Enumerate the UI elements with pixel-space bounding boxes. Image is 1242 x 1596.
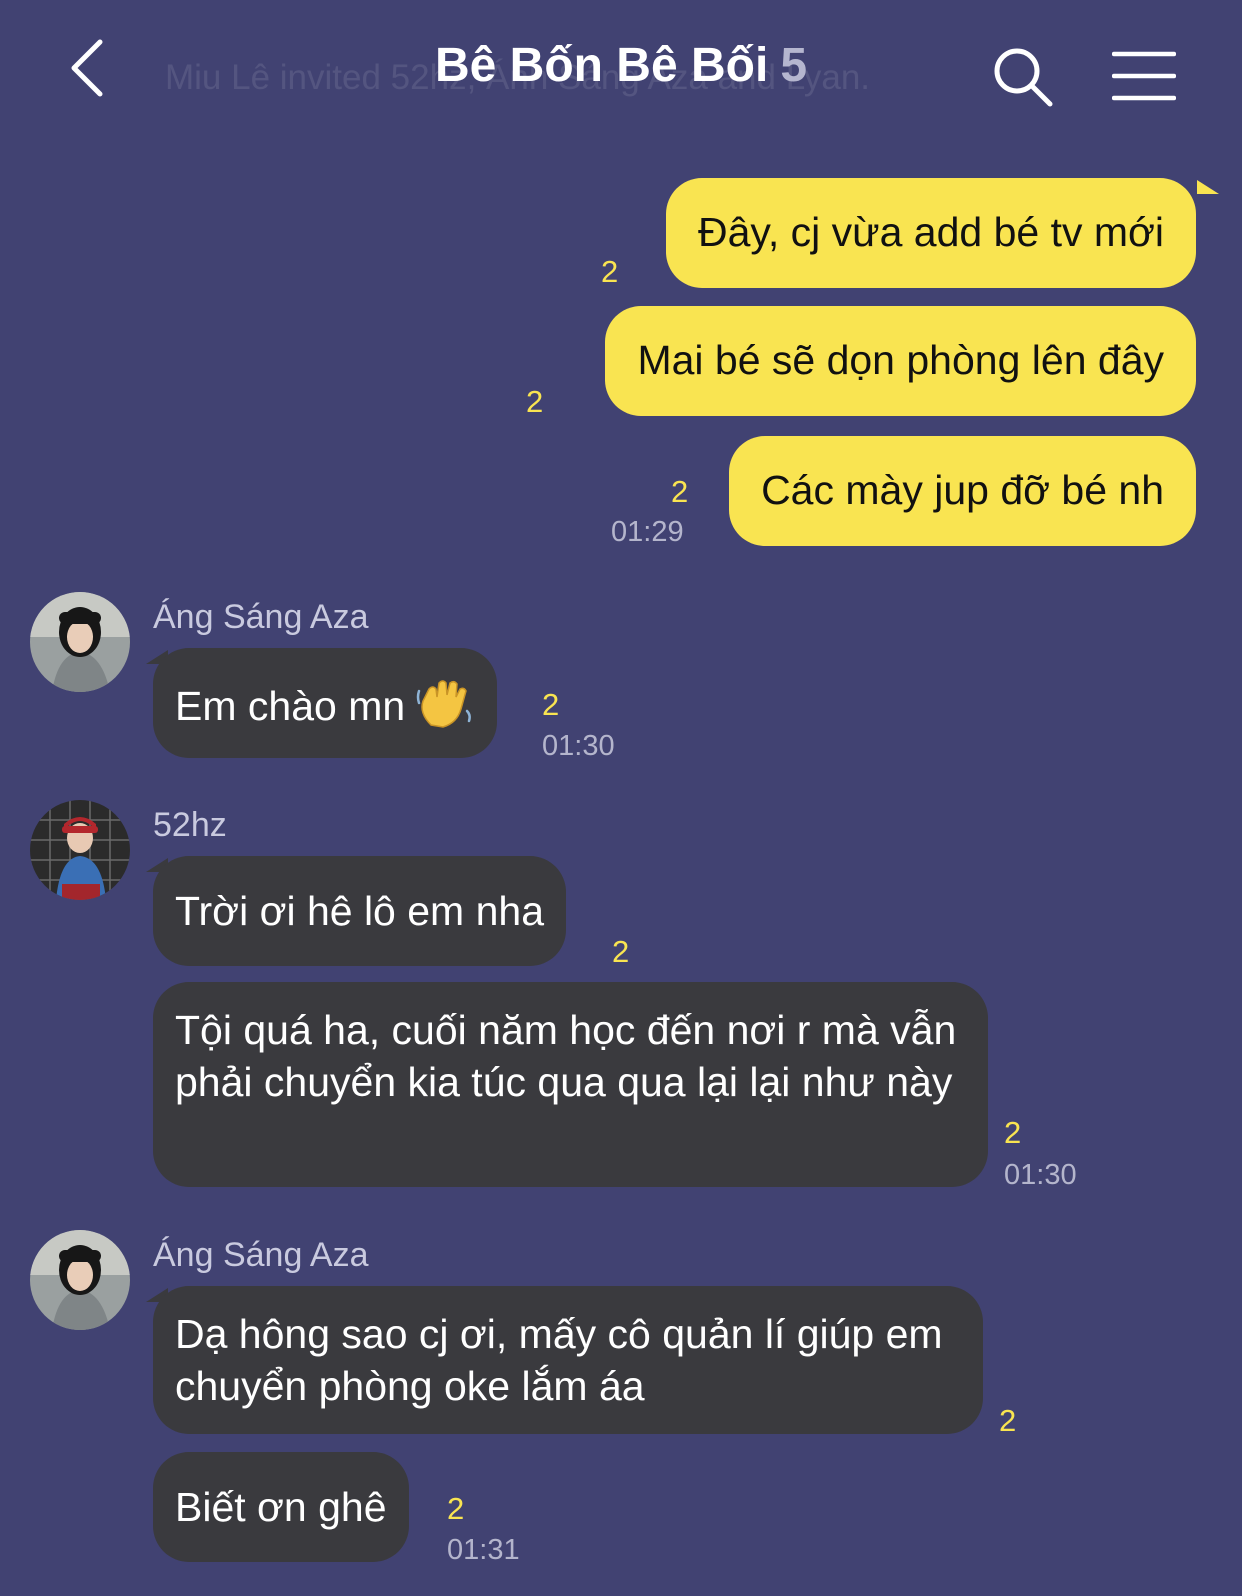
message-text: Dạ hông sao cj ơi, mấy cô quản lí giúp e… [175,1311,943,1409]
avatar-image [30,592,130,692]
search-button[interactable] [990,44,1056,110]
avatar-ang-sang-aza[interactable] [30,1230,130,1330]
bubble-tail [1197,180,1219,194]
message-text: Các mày jup đỡ bé nh [761,467,1164,513]
message-text: Mai bé sẽ dọn phòng lên đây [637,337,1164,383]
message-text: Tội quá ha, cuối năm học đến nơi r mà vẫ… [175,1007,957,1105]
read-count: 2 [1004,1115,1022,1150]
avatar-image [30,800,130,900]
read-count: 2 [999,1403,1017,1438]
message-timestamp: 01:30 [542,730,615,762]
incoming-message-bubble[interactable]: Biết ơn ghê [153,1452,409,1562]
read-count: 2 [447,1491,465,1526]
message-timestamp: 01:30 [1004,1159,1077,1191]
avatar-image [30,1230,130,1330]
read-count: 2 [542,687,560,722]
outgoing-message-bubble[interactable]: Các mày jup đỡ bé nh [729,436,1196,546]
avatar-ang-sang-aza[interactable] [30,592,130,692]
group-name: Bê Bốn Bê Bối [434,39,769,92]
member-count: 5 [780,39,808,92]
read-count: 2 [671,474,689,509]
sender-name: Áng Sáng Aza [153,1236,369,1274]
message-text: Trời ơi hê lô em nha [175,888,544,934]
message-text: Em chào mn [175,682,406,729]
incoming-message-bubble[interactable]: Dạ hông sao cj ơi, mấy cô quản lí giúp e… [153,1286,983,1434]
chat-header: Miu Lê invited 52hz, Ánh Sáng Aza and Ly… [0,0,1242,150]
read-count: 2 [601,254,619,289]
avatar-52hz[interactable] [30,800,130,900]
message-text: Đây, cj vừa add bé tv mới [697,209,1164,255]
waving-hand-emoji [415,677,475,741]
menu-button[interactable] [1111,50,1177,102]
read-count: 2 [612,934,630,969]
outgoing-message-bubble[interactable]: Đây, cj vừa add bé tv mới [665,178,1196,288]
message-timestamp: 01:31 [447,1534,520,1566]
incoming-message-bubble[interactable]: Trời ơi hê lô em nha [153,856,566,966]
hamburger-menu-icon [1111,51,1177,101]
incoming-message-bubble[interactable]: Em chào mn [153,648,498,758]
read-count: 2 [526,384,544,419]
search-icon [994,48,1053,107]
sender-name: 52hz [153,806,227,844]
incoming-message-bubble[interactable]: Tội quá ha, cuối năm học đến nơi r mà vẫ… [153,982,988,1187]
outgoing-message-bubble[interactable]: Mai bé sẽ dọn phòng lên đây [605,306,1196,416]
message-timestamp: 01:29 [611,516,684,548]
sender-name: Áng Sáng Aza [153,598,369,636]
message-text: Biết ơn ghê [175,1484,387,1530]
